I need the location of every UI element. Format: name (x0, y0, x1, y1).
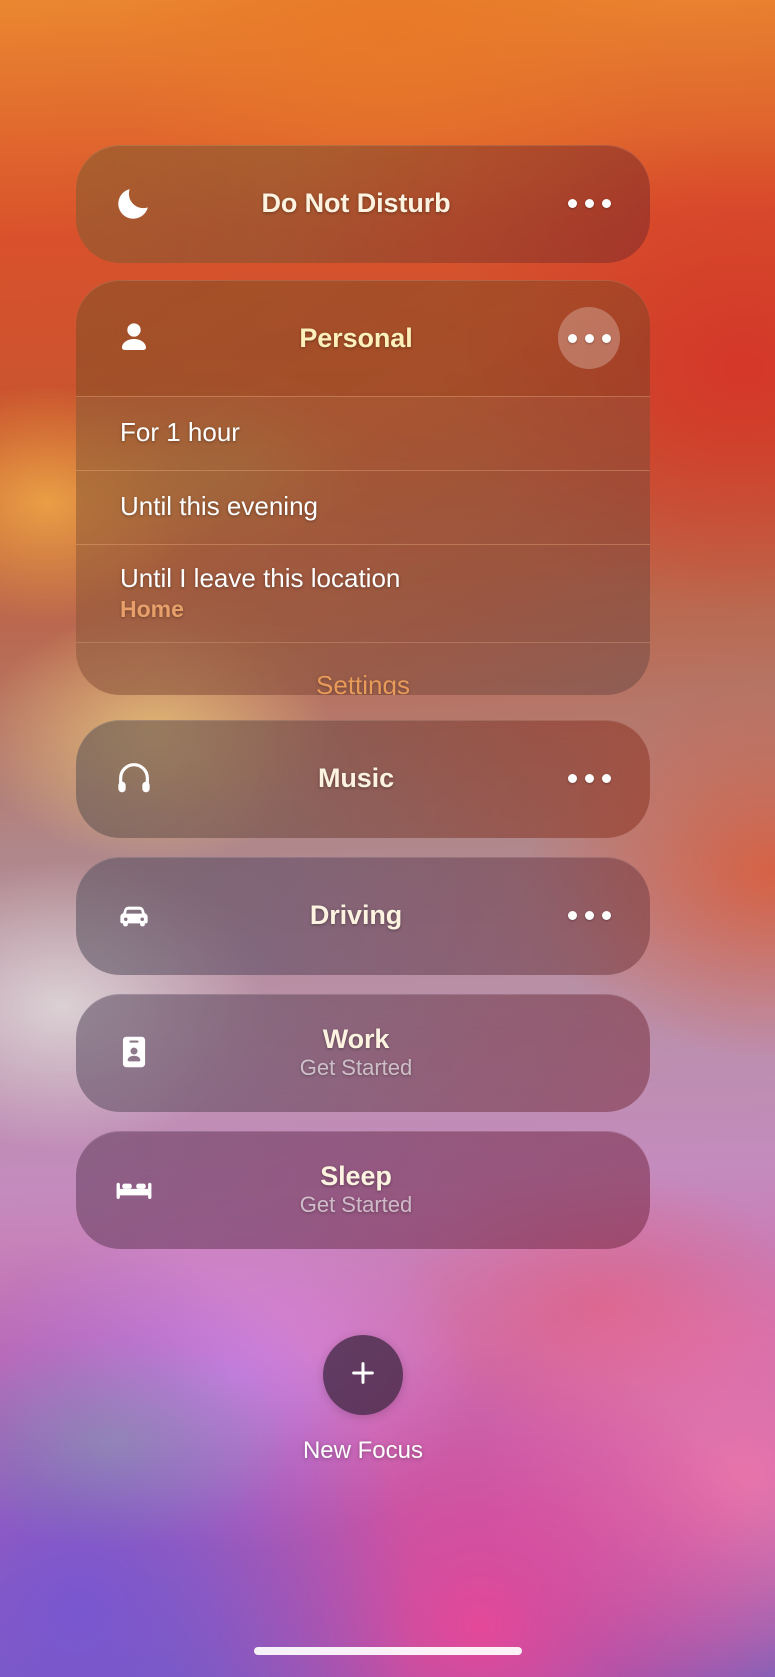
focus-row-labels: Do Not Disturb (154, 188, 558, 218)
menu-item-for-1-hour[interactable]: For 1 hour (76, 396, 650, 470)
focus-card-driving[interactable]: Driving (76, 857, 650, 975)
focus-row-labels: Music (154, 763, 558, 793)
focus-row-labels: Work Get Started (154, 1024, 558, 1080)
focus-row-sleep[interactable]: Sleep Get Started (76, 1131, 650, 1247)
menu-item-until-i-leave-this-location[interactable]: Until I leave this location Home (76, 544, 650, 643)
focus-menu-button-music[interactable] (558, 747, 620, 809)
focus-title: Driving (309, 899, 403, 930)
new-focus-label: New Focus (302, 1437, 424, 1464)
focus-card-personal[interactable]: Personal For 1 hour Until this evening U… (76, 280, 650, 695)
focus-row-music[interactable]: Music (76, 720, 650, 836)
focus-card-work[interactable]: Work Get Started (76, 994, 650, 1112)
focus-title: Personal (299, 322, 413, 353)
focus-menu-button-driving[interactable] (558, 884, 620, 946)
focus-title: Do Not Disturb (261, 187, 451, 218)
focus-title: Music (317, 762, 395, 793)
focus-panel: Do Not Disturb Personal For 1 hour Until… (76, 0, 650, 1677)
ellipsis-icon (567, 333, 611, 343)
home-indicator[interactable] (253, 1647, 522, 1655)
focus-title: Sleep (320, 1160, 392, 1191)
menu-item-label: Until I leave this location (120, 563, 401, 593)
focus-row-work[interactable]: Work Get Started (76, 994, 650, 1110)
menu-item-sublabel-location: Home (120, 595, 184, 622)
focus-title: Work (322, 1023, 390, 1054)
focus-menu-button-personal[interactable] (558, 307, 620, 369)
focus-row-personal[interactable]: Personal (76, 280, 650, 396)
plus-icon (346, 1356, 380, 1395)
new-focus-button[interactable] (323, 1335, 403, 1415)
new-focus-section: New Focus (76, 1335, 650, 1465)
focus-row-driving[interactable]: Driving (76, 857, 650, 973)
focus-subtitle: Get Started (299, 1192, 413, 1218)
menu-item-label: Settings (316, 669, 410, 695)
focus-card-sleep[interactable]: Sleep Get Started (76, 1131, 650, 1249)
focus-menu-placeholder-work (558, 1021, 620, 1083)
menu-item-label: Until this evening (120, 491, 318, 522)
personal-duration-menu: For 1 hour Until this evening Until I le… (76, 396, 650, 695)
focus-menu-placeholder-sleep (558, 1158, 620, 1220)
menu-item-settings[interactable]: Settings (76, 642, 650, 695)
focus-menu-button-do-not-disturb[interactable] (558, 172, 620, 234)
focus-row-do-not-disturb[interactable]: Do Not Disturb (76, 145, 650, 261)
focus-row-labels: Sleep Get Started (154, 1161, 558, 1217)
menu-item-until-this-evening[interactable]: Until this evening (76, 470, 650, 544)
focus-subtitle: Get Started (299, 1055, 413, 1081)
focus-row-labels: Driving (154, 900, 558, 930)
ellipsis-icon (567, 773, 611, 783)
menu-item-label: For 1 hour (120, 417, 240, 448)
ellipsis-icon (567, 198, 611, 208)
focus-card-music[interactable]: Music (76, 720, 650, 838)
focus-card-do-not-disturb[interactable]: Do Not Disturb (76, 145, 650, 263)
focus-row-labels: Personal (154, 323, 558, 353)
ellipsis-icon (567, 910, 611, 920)
